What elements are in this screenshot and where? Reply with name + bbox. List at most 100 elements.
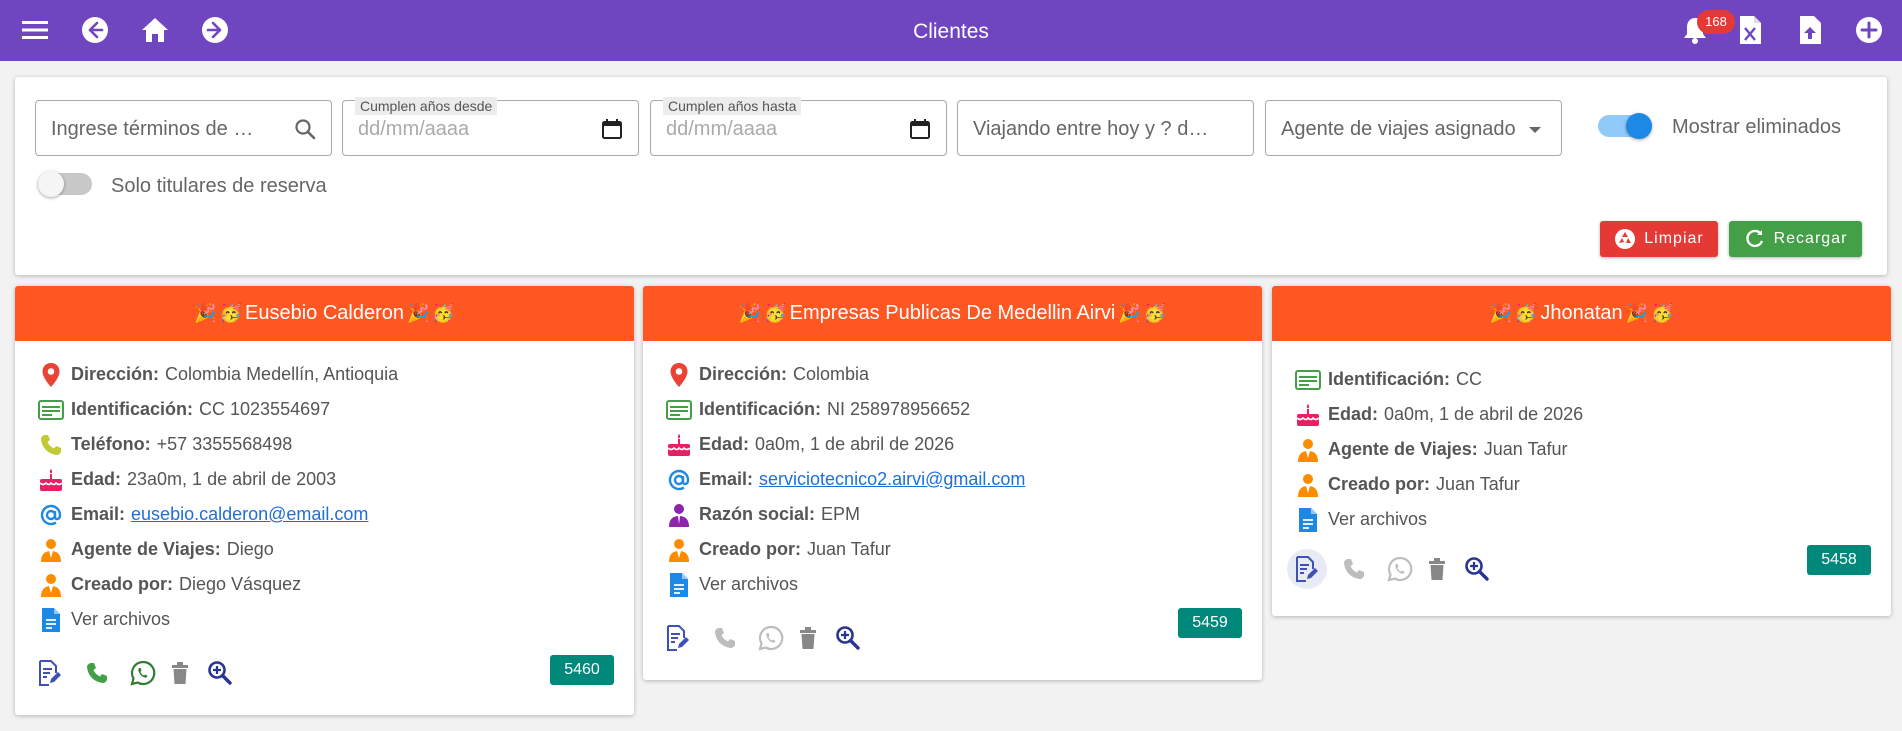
identification-label: Identificación: xyxy=(1328,369,1451,389)
cake-icon xyxy=(1294,401,1322,429)
upload-file-icon[interactable] xyxy=(1788,8,1832,52)
business-person-icon xyxy=(665,501,693,529)
edit-icon[interactable] xyxy=(32,655,68,691)
address-value: Colombia xyxy=(793,364,870,384)
view-files-link[interactable]: Ver archivos xyxy=(1328,509,1427,530)
age-value: 23a0m, 1 de abril de 2003 xyxy=(127,469,337,489)
party-face-icon: 🥳 xyxy=(1143,303,1167,323)
dropdown-arrow-icon xyxy=(1529,127,1541,133)
identification-label: Identificación: xyxy=(699,399,822,419)
view-files-row[interactable]: Ver archivos xyxy=(37,602,634,637)
client-card-header: 🎉 🥳 Jhonatan 🎉 🥳 xyxy=(1272,286,1891,341)
created-by-value: Diego Vásquez xyxy=(179,574,302,594)
add-client-icon[interactable] xyxy=(1847,8,1891,52)
address-label: Dirección: xyxy=(71,364,160,384)
view-details-icon[interactable] xyxy=(830,620,866,656)
back-arrow-icon[interactable] xyxy=(73,8,117,52)
created-by-row: Creado por: Diego Vásquez xyxy=(37,567,634,602)
whatsapp-icon[interactable] xyxy=(1382,551,1418,587)
agent-icon xyxy=(1294,471,1322,499)
id-card-icon xyxy=(1294,366,1322,394)
view-files-row[interactable]: Ver archivos xyxy=(1294,502,1891,537)
recycle-icon xyxy=(1615,229,1636,249)
whatsapp-icon[interactable] xyxy=(125,655,161,691)
only-holders-toggle[interactable] xyxy=(36,170,94,198)
location-icon xyxy=(665,361,693,389)
filters-panel: Ingrese términos de … Cumplen años desde… xyxy=(15,77,1887,275)
id-card-icon xyxy=(37,396,65,424)
traveling-days-input[interactable]: Viajando entre hoy y ? d… xyxy=(957,100,1254,156)
view-details-icon[interactable] xyxy=(202,655,238,691)
view-files-row[interactable]: Ver archivos xyxy=(665,567,1262,602)
call-icon[interactable] xyxy=(1336,551,1372,587)
agent-icon xyxy=(37,536,65,564)
age-label: Edad: xyxy=(1328,404,1379,424)
email-link[interactable]: serviciotecnico2.airvi@gmail.com xyxy=(759,469,1025,490)
refresh-icon xyxy=(1745,229,1763,248)
call-icon[interactable] xyxy=(707,620,743,656)
view-details-icon[interactable] xyxy=(1459,551,1495,587)
search-icon[interactable] xyxy=(293,117,317,141)
notifications-bell-icon[interactable]: 168 xyxy=(1673,8,1735,52)
client-card: 🎉 🥳 Empresas Publicas De Medellin Airvi … xyxy=(643,286,1262,680)
reload-button[interactable]: Recargar xyxy=(1729,221,1862,257)
delete-icon[interactable] xyxy=(1419,551,1455,587)
travel-agent-label: Agente de Viajes: xyxy=(1328,439,1478,459)
birthday-from-placeholder: dd/mm/aaaa xyxy=(358,118,470,140)
card-actions: 5460 xyxy=(15,651,634,695)
calendar-icon[interactable] xyxy=(600,117,624,141)
party-popper-icon: 🎉 xyxy=(1489,303,1512,323)
address-value: Colombia Medellín, Antioquia xyxy=(165,364,399,384)
travel-agent-select[interactable]: Agente de viajes asignado xyxy=(1265,100,1562,156)
search-input[interactable]: Ingrese términos de … xyxy=(35,100,332,156)
forward-arrow-icon[interactable] xyxy=(193,8,237,52)
location-icon xyxy=(37,361,65,389)
party-popper-icon: 🎉 xyxy=(1118,303,1141,323)
client-name: Eusebio Calderon xyxy=(245,302,404,324)
identification-row: Identificación: NI 258978956652 xyxy=(665,392,1262,427)
delete-icon[interactable] xyxy=(162,655,198,691)
party-face-icon: 🥳 xyxy=(764,303,787,323)
birthday-to-field[interactable]: Cumplen años hasta dd/mm/aaaa xyxy=(650,97,947,156)
export-excel-icon[interactable] xyxy=(1728,8,1772,52)
client-card-header: 🎉 🥳 Empresas Publicas De Medellin Airvi … xyxy=(643,286,1262,341)
email-link[interactable]: eusebio.calderon@email.com xyxy=(131,504,368,525)
home-icon[interactable] xyxy=(133,8,177,52)
file-icon xyxy=(1294,506,1322,534)
clear-button[interactable]: Limpiar xyxy=(1600,221,1718,257)
call-icon[interactable] xyxy=(79,655,115,691)
menu-icon[interactable] xyxy=(13,8,57,52)
created-by-row: Creado por: Juan Tafur xyxy=(1294,467,1891,502)
view-files-link[interactable]: Ver archivos xyxy=(699,574,798,595)
email-icon xyxy=(37,501,65,529)
address-row: Dirección: Colombia Medellín, Antioquia xyxy=(37,357,634,392)
business-name-label: Razón social: xyxy=(699,504,816,524)
view-files-link[interactable]: Ver archivos xyxy=(71,609,170,630)
party-face-icon: 🥳 xyxy=(219,303,242,323)
age-label: Edad: xyxy=(699,434,750,454)
travel-agent-row: Agente de Viajes: Diego xyxy=(37,532,634,567)
calendar-icon[interactable] xyxy=(908,117,932,141)
delete-icon[interactable] xyxy=(790,620,826,656)
party-face-icon: 🥳 xyxy=(432,303,455,323)
edit-icon[interactable] xyxy=(660,620,696,656)
card-actions: 5458 xyxy=(1272,545,1891,591)
created-by-label: Creado por: xyxy=(71,574,174,594)
business-name-row: Razón social: EPM xyxy=(665,497,1262,532)
party-popper-icon: 🎉 xyxy=(738,303,762,323)
client-id-badge: 5458 xyxy=(1807,545,1871,575)
show-deleted-label: Mostrar eliminados xyxy=(1672,116,1841,138)
travel-agent-row: Agente de Viajes: Juan Tafur xyxy=(1294,432,1891,467)
birthday-from-field[interactable]: Cumplen años desde dd/mm/aaaa xyxy=(342,97,639,156)
age-value: 0a0m, 1 de abril de 2026 xyxy=(755,434,955,454)
page-title: Clientes xyxy=(913,20,989,43)
cake-icon xyxy=(665,431,693,459)
whatsapp-icon[interactable] xyxy=(753,620,789,656)
reload-button-label: Recargar xyxy=(1773,230,1848,247)
address-row: Dirección: Colombia xyxy=(665,357,1262,392)
agent-icon xyxy=(1294,436,1322,464)
client-id-badge: 5460 xyxy=(550,655,614,685)
edit-icon[interactable] xyxy=(1287,549,1327,589)
show-deleted-toggle[interactable] xyxy=(1596,112,1654,140)
client-id-badge: 5459 xyxy=(1178,608,1242,638)
